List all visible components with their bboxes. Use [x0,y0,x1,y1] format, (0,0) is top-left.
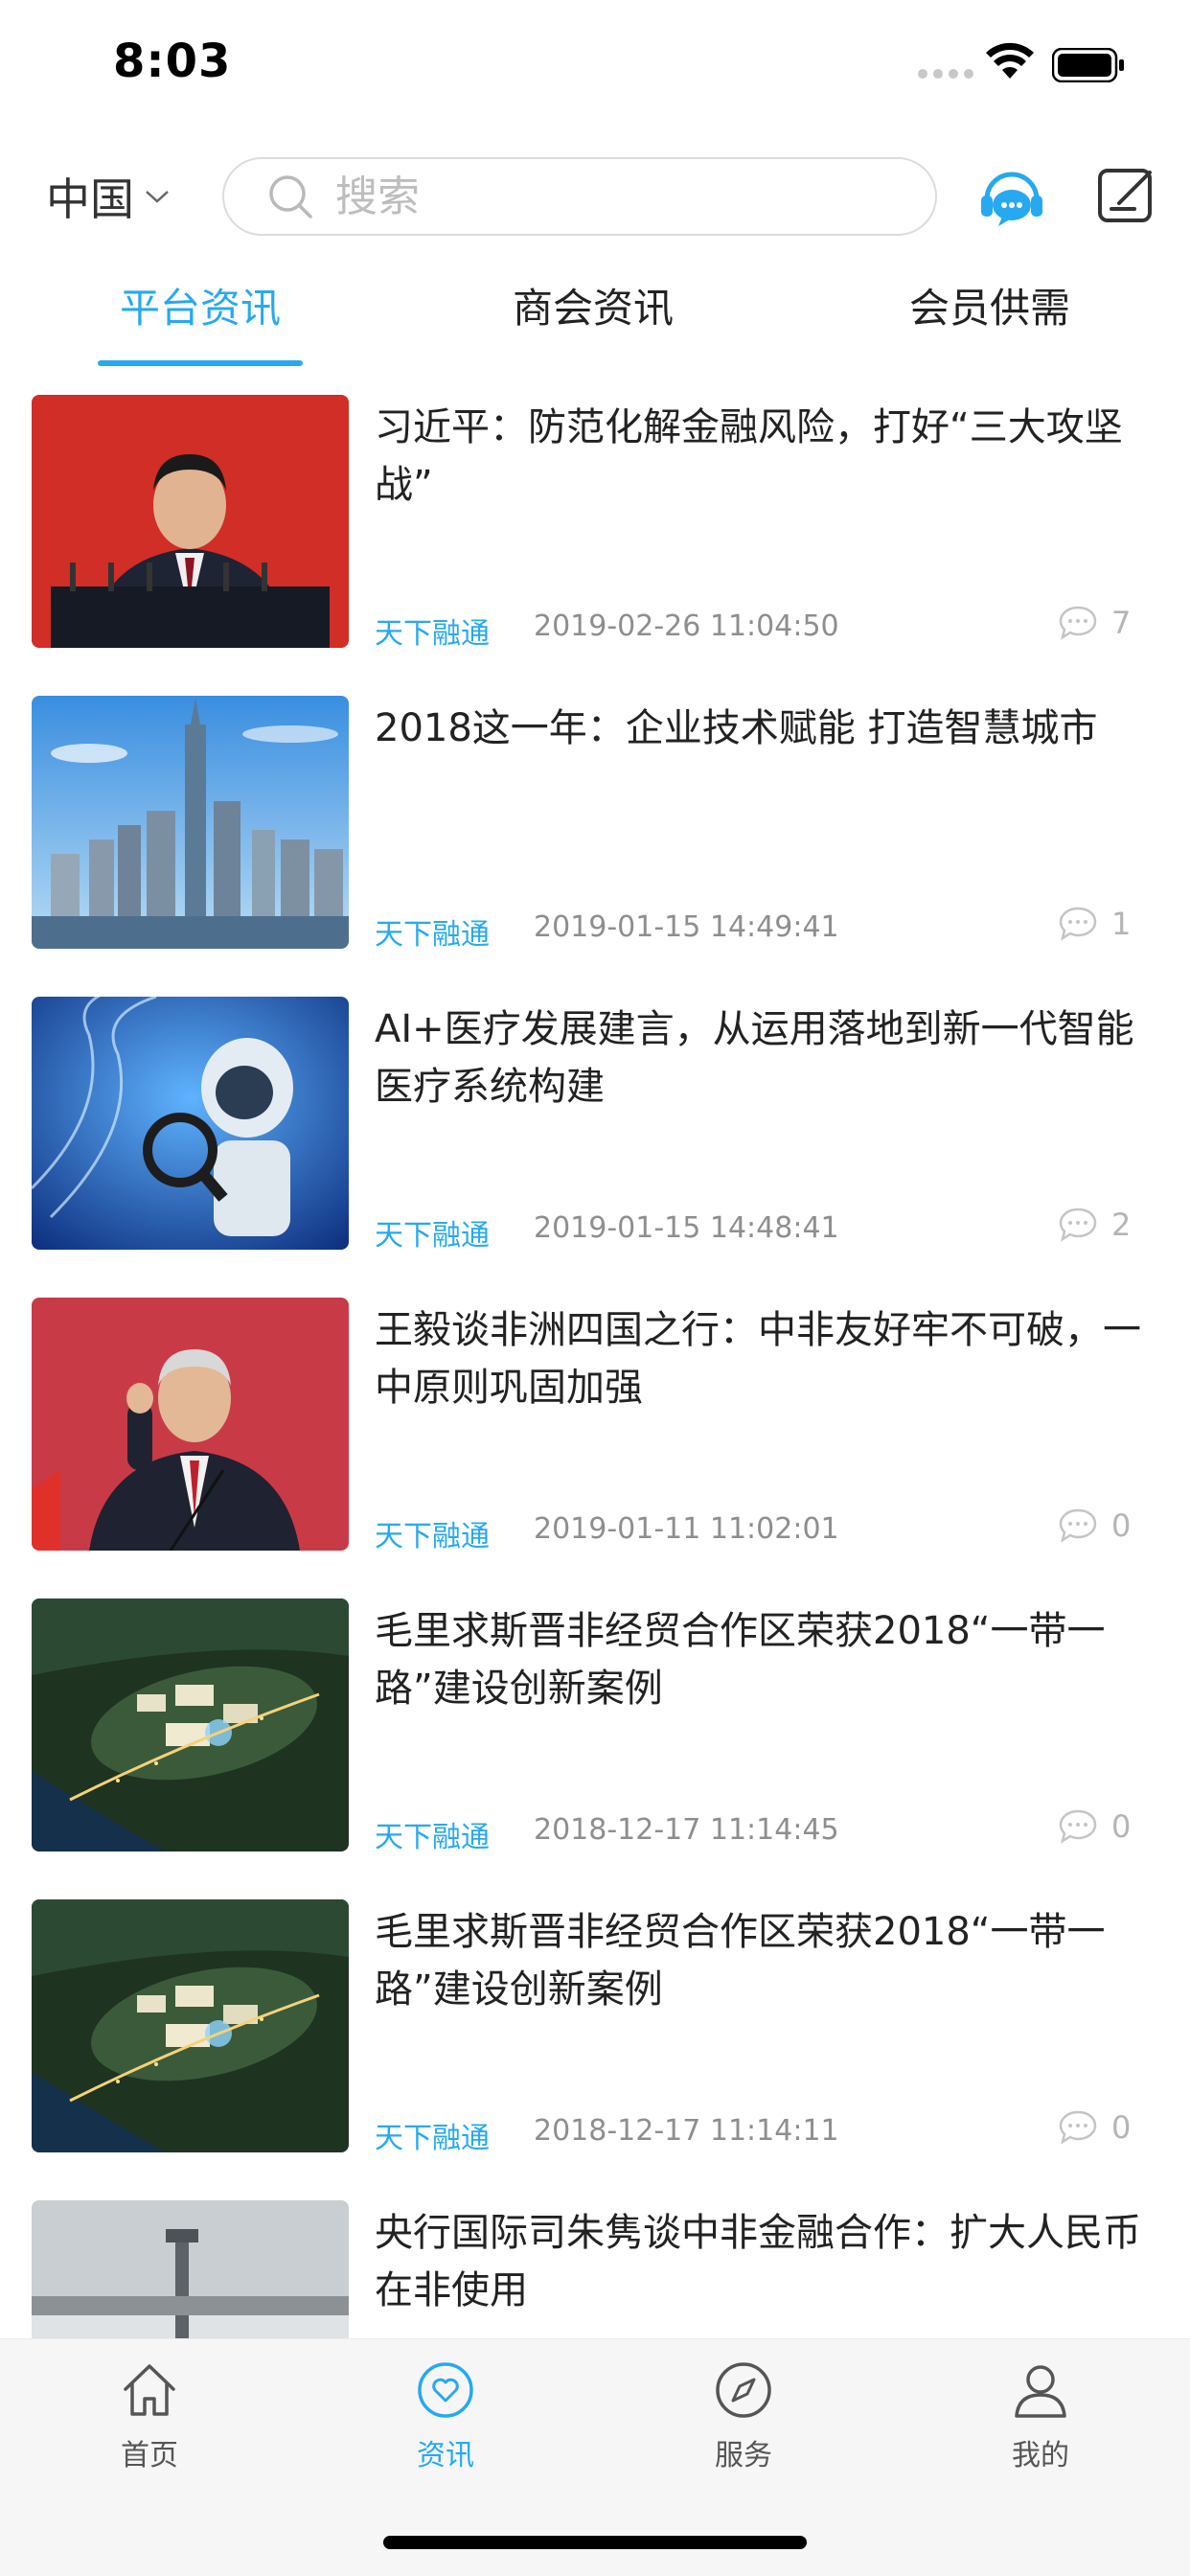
status-time: 8:03 [113,34,232,88]
news-item[interactable]: 毛里求斯晋非经贸合作区荣获2018“一带一路”建设创新案例 天下融通 2018-… [0,1898,1190,2198]
comment-count-area: 0 [1058,1506,1131,1545]
comment-count: 1 [1111,906,1132,942]
region-selector[interactable]: 中国 [46,163,171,230]
search-bar[interactable] [222,157,937,236]
news-time: 2019-01-15 14:49:41 [534,910,839,944]
news-title: AI+医疗发展建言，从运用落地到新一代智能医疗系统构建 [375,1007,1134,1109]
user-icon [1015,2365,1066,2418]
news-time: 2018-12-17 11:14:11 [534,2114,839,2148]
home-icon [124,2364,175,2416]
tab-label: 会员供需 [908,285,1070,332]
tabbar-label: 服务 [715,2439,772,2472]
wifi-icon [986,42,1034,79]
comment-count: 2 [1111,1207,1132,1243]
news-title: 王毅谈非洲四国之行：中非友好牢不可破，一中原则巩固加强 [375,1308,1141,1410]
tab-label: 平台资讯 [119,285,281,332]
status-bar: 8:03 [0,0,1190,129]
tabbar-label: 我的 [1012,2439,1069,2472]
news-title: 毛里求斯晋非经贸合作区荣获2018“一带一路”建设创新案例 [375,1910,1106,2012]
news-time: 2018-12-17 11:14:45 [534,1813,839,1847]
news-item[interactable]: 王毅谈非洲四国之行：中非友好牢不可破，一中原则巩固加强 天下融通 2019-01… [0,1296,1190,1597]
news-source: 天下融通 [375,1520,490,1553]
news-time: 2019-01-11 11:02:01 [534,1512,839,1546]
tab-chamber-news[interactable]: 商会资讯 [491,278,696,374]
news-source: 天下融通 [375,617,490,651]
cellular-signal-icon [918,69,973,80]
customer-service-icon[interactable] [977,163,1046,232]
tab-platform-news[interactable]: 平台资讯 [98,278,303,374]
comment-count: 0 [1111,2109,1132,2146]
active-tab-indicator [98,360,303,366]
news-source: 天下融通 [375,918,490,952]
comment-icon [1059,606,1097,640]
battery-icon [1052,48,1124,82]
compass-icon [716,2362,771,2418]
news-item[interactable]: 毛里求斯晋非经贸合作区荣获2018“一带一路”建设创新案例 天下融通 2018-… [0,1597,1190,1898]
search-input[interactable] [335,172,872,221]
news-title: 央行国际司朱隽谈中非金融合作：扩大人民币在非使用 [375,2211,1141,2312]
comment-count-area: 0 [1058,1807,1131,1846]
comment-icon [1059,2110,1097,2145]
news-item[interactable]: 2018这一年：企业技术赋能 打造智慧城市 天下融通 2019-01-15 14… [0,694,1190,995]
comment-count: 7 [1111,605,1132,641]
tab-member-supply[interactable]: 会员供需 [887,278,1092,374]
comment-icon [1059,1508,1097,1543]
comment-count-area: 0 [1058,2108,1131,2147]
comment-count-area: 1 [1058,905,1131,943]
news-title: 毛里求斯晋非经贸合作区荣获2018“一带一路”建设创新案例 [375,1609,1106,1711]
search-icon [269,175,312,218]
news-item[interactable]: 习近平：防范化解金融风险，打好“三大攻坚战” 天下融通 2019-02-26 1… [0,393,1190,694]
news-screen: 8:03 中国 搜索 平台资讯 商会资讯 会员供需 习近平：防范化解金融风险，打… [0,0,1190,2576]
tab-label: 商会资讯 [512,285,674,332]
news-time: 2019-02-26 11:04:50 [534,610,839,643]
news-title: 习近平：防范化解金融风险，打好“三大攻坚战” [375,405,1123,507]
news-item[interactable]: 央行国际司朱隽谈中非金融合作：扩大人民币在非使用 [0,2198,1190,2338]
region-label: 中国 [46,173,134,225]
comment-icon [1059,1208,1097,1242]
tabbar-profile[interactable]: 我的 [973,2358,1108,2502]
news-thumbnail [32,696,349,949]
news-source: 天下融通 [375,1821,490,1854]
tabbar-home[interactable]: 首页 [82,2358,217,2502]
comment-icon [1059,907,1097,941]
comment-count: 0 [1111,1507,1132,1544]
news-thumbnail [32,2200,349,2338]
news-source: 天下融通 [375,2122,490,2155]
comment-count: 0 [1111,1808,1132,1845]
news-title: 2018这一年：企业技术赋能 打造智慧城市 [375,706,1098,750]
news-thumbnail [32,395,349,648]
category-tabs: 平台资讯 商会资讯 会员供需 [0,278,1190,374]
tabbar-label: 首页 [121,2439,178,2472]
edit-post-icon[interactable] [1096,165,1157,226]
comment-count-area: 7 [1058,604,1131,642]
top-header: 中国 [0,144,1190,249]
news-list: 习近平：防范化解金融风险，打好“三大攻坚战” 天下融通 2019-02-26 1… [0,393,1190,2338]
comment-icon [1059,1809,1097,1844]
tabbar-label: 资讯 [417,2439,474,2472]
news-thumbnail [32,1899,349,2152]
news-thumbnail [32,1598,349,1852]
news-thumbnail [32,1298,349,1551]
tabbar-news[interactable]: 资讯 [378,2358,513,2502]
news-source: 天下融通 [375,1219,490,1253]
heart-circle-icon [418,2362,473,2418]
news-item[interactable]: AI+医疗发展建言，从运用落地到新一代智能医疗系统构建 天下融通 2019-01… [0,995,1190,1296]
comment-count-area: 2 [1058,1206,1131,1244]
news-thumbnail [32,997,349,1250]
tabbar-services[interactable]: 服务 [676,2358,811,2502]
news-time: 2019-01-15 14:48:41 [534,1211,839,1245]
home-indicator[interactable] [383,2536,807,2549]
chevron-down-icon [146,191,169,203]
